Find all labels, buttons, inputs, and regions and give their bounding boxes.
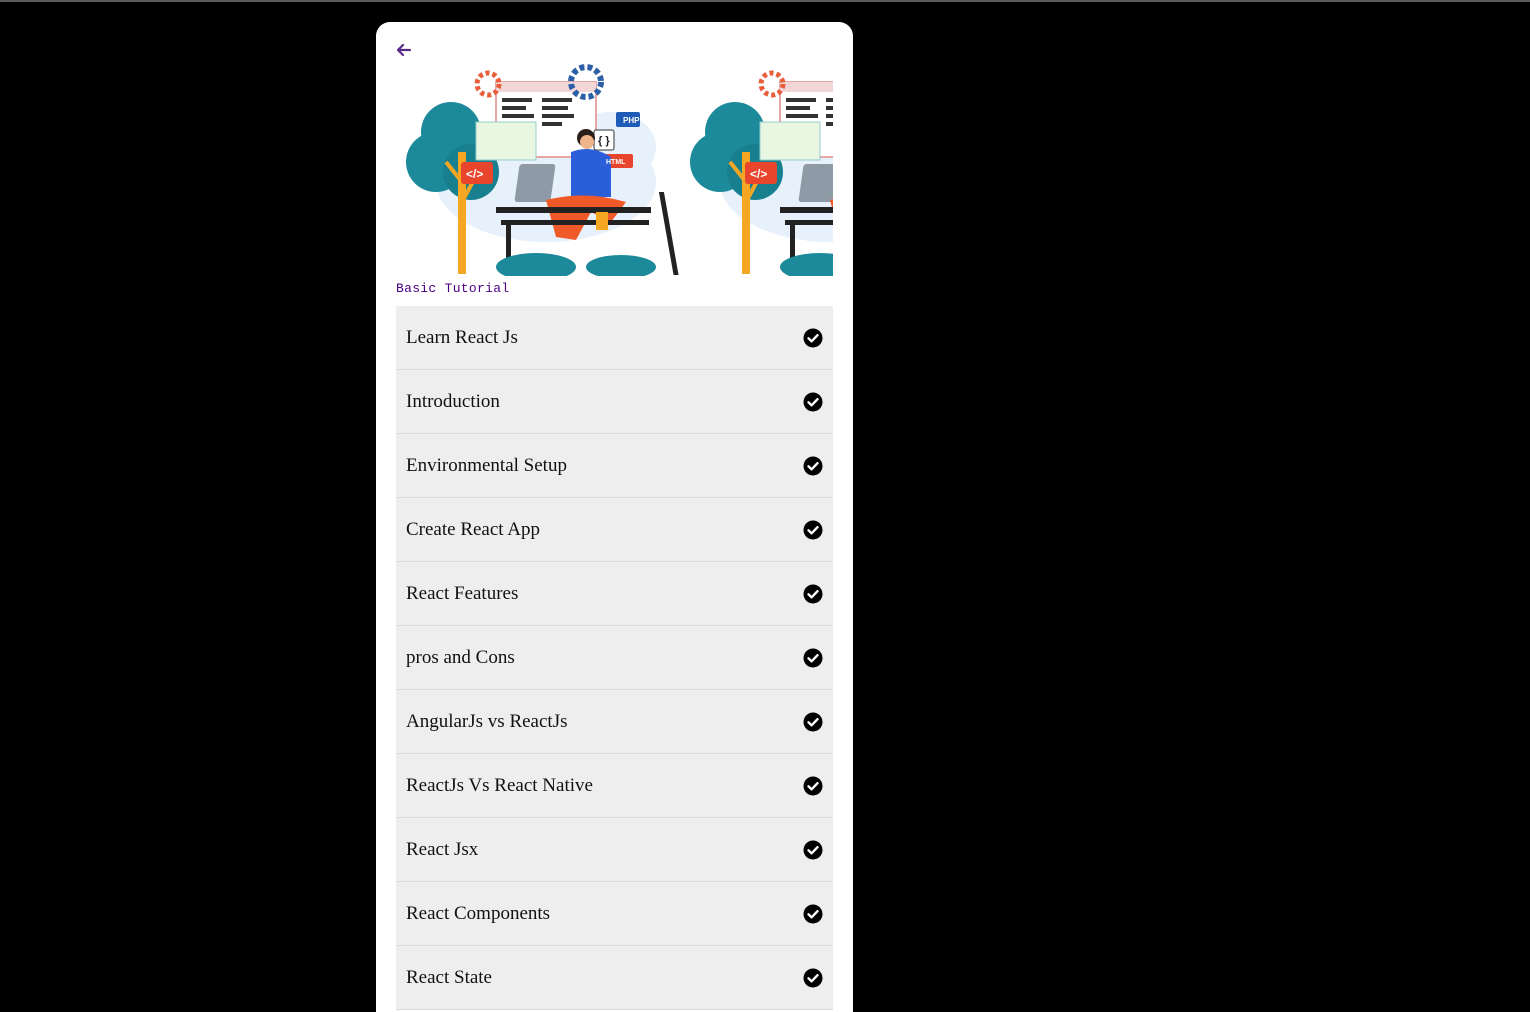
topic-label: Create React App (406, 518, 541, 540)
topic-item[interactable]: React Jsx (396, 818, 833, 882)
code-tag-text: </> (466, 167, 483, 181)
topic-item[interactable]: Environmental Setup (396, 434, 833, 498)
check-circle-icon (803, 968, 823, 987)
check-circle-icon (803, 776, 823, 795)
topic-item[interactable]: React Components (396, 882, 833, 946)
check-circle-icon (803, 712, 823, 731)
code-tag-text-2: </> (750, 167, 767, 181)
topic-label: React Components (406, 902, 551, 924)
topic-item[interactable]: React State (396, 946, 833, 1010)
check-circle-icon (803, 840, 823, 859)
check-circle-icon (803, 392, 823, 411)
topic-list: Learn React Js Introduction Environmental … (396, 306, 833, 1010)
topic-label: Learn React Js (406, 326, 518, 348)
topic-label: ReactJs Vs React Native (406, 774, 593, 796)
window-top-border (0, 0, 1530, 2)
topic-item[interactable]: Learn React Js (396, 306, 833, 370)
topic-item[interactable]: React Features (396, 562, 833, 626)
check-circle-icon (803, 904, 823, 923)
topic-label: React Jsx (406, 838, 479, 860)
check-circle-icon (803, 648, 823, 667)
app-screen: PHP { } HTML </> </> Basic Tutorial Lear… (376, 22, 853, 1012)
topic-label: pros and Cons (406, 646, 515, 668)
check-circle-icon (803, 584, 823, 603)
topic-item[interactable]: pros and Cons (396, 626, 833, 690)
check-circle-icon (803, 328, 823, 347)
coding-illustration: PHP { } HTML </> </> (396, 62, 833, 276)
php-badge-text: PHP (623, 116, 640, 125)
html-badge-text: HTML (606, 159, 626, 166)
section-title: Basic Tutorial (396, 281, 510, 296)
topic-item[interactable]: Introduction (396, 370, 833, 434)
topic-label: React State (406, 966, 492, 988)
topic-item[interactable]: ReactJs Vs React Native (396, 754, 833, 818)
check-circle-icon (803, 520, 823, 539)
arrow-left-icon (396, 43, 412, 57)
tutorial-banner-carousel[interactable]: PHP { } HTML </> </> (396, 62, 833, 276)
topic-label: Environmental Setup (406, 454, 567, 476)
braces-badge-text: { } (598, 135, 610, 147)
topic-label: Introduction (406, 390, 500, 412)
topic-item[interactable]: Create React App (396, 498, 833, 562)
topic-label: React Features (406, 582, 519, 604)
check-circle-icon (803, 456, 823, 475)
topic-item[interactable]: AngularJs vs ReactJs (396, 690, 833, 754)
back-button[interactable] (394, 40, 414, 60)
topic-label: AngularJs vs ReactJs (406, 710, 568, 732)
